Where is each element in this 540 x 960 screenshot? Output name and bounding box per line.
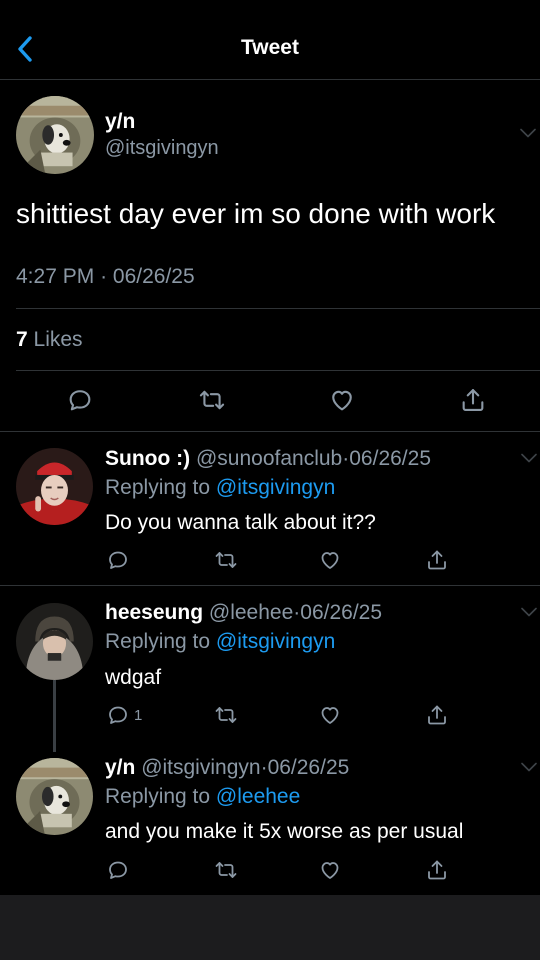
reply-icon <box>106 548 130 572</box>
reply-icon <box>66 386 94 414</box>
tweet-text: shittiest day ever im so done with work <box>16 198 496 229</box>
tweet-date: 06/26/25 <box>112 265 195 288</box>
reply-author-handle[interactable]: @leehee <box>209 601 293 624</box>
more-chevron-icon[interactable] <box>521 762 537 772</box>
likes-label: Likes <box>33 328 83 351</box>
replying-label: Replying to <box>105 630 211 653</box>
like-button[interactable] <box>318 858 342 882</box>
divider <box>0 585 540 586</box>
divider <box>0 431 540 432</box>
separator: · <box>260 756 268 779</box>
share-icon <box>425 858 449 882</box>
retweet-button[interactable] <box>214 548 238 572</box>
thread-connector <box>53 680 56 752</box>
reply-text: wdgaf <box>105 666 162 689</box>
share-icon <box>459 386 487 414</box>
likes-count: 7 <box>16 328 28 351</box>
reply-button[interactable] <box>66 386 94 414</box>
reply-header: heeseung @leehee·06/26/25 <box>105 601 382 625</box>
like-button[interactable] <box>328 386 356 414</box>
reply-button[interactable] <box>106 703 130 727</box>
more-chevron-icon[interactable] <box>521 453 537 463</box>
share-button[interactable] <box>425 548 449 572</box>
like-icon <box>328 386 356 414</box>
tweet-actions <box>0 380 540 420</box>
avatar[interactable] <box>16 758 93 835</box>
reply-header: y/n @itsgivingyn·06/26/25 <box>105 756 349 780</box>
replying-to: Replying to @leehee <box>105 785 300 809</box>
reply-author-name[interactable]: Sunoo :) <box>105 447 190 470</box>
more-chevron-icon[interactable] <box>521 607 537 617</box>
nav-bar: Tweet <box>0 0 540 80</box>
share-button[interactable] <box>425 703 449 727</box>
replying-to: Replying to @itsgivingyn <box>105 630 335 654</box>
retweet-button[interactable] <box>214 703 238 727</box>
divider <box>16 308 540 309</box>
reply-date: 06/26/25 <box>349 447 431 470</box>
replying-label: Replying to <box>105 476 211 499</box>
like-icon <box>318 703 342 727</box>
like-icon <box>318 858 342 882</box>
reply-text: Do you wanna talk about it?? <box>105 511 376 534</box>
tweet-time: 4:27 PM <box>16 265 95 288</box>
reply-header: Sunoo :) @sunoofanclub·06/26/25 <box>105 447 431 471</box>
retweet-icon <box>198 386 226 414</box>
share-icon <box>425 548 449 572</box>
reply-count: 1 <box>134 707 143 724</box>
retweet-button[interactable] <box>198 386 226 414</box>
reply-icon <box>106 703 130 727</box>
reply-composer-bar[interactable] <box>0 895 540 960</box>
reply-author-handle[interactable]: @sunoofanclub <box>196 447 342 470</box>
reply-author-handle[interactable]: @itsgivingyn <box>141 756 260 779</box>
share-button[interactable] <box>425 858 449 882</box>
reply-button[interactable] <box>106 858 130 882</box>
replying-to-link[interactable]: @leehee <box>216 785 300 808</box>
reply-date: 06/26/25 <box>267 756 350 779</box>
author-handle[interactable]: @itsgivingyn <box>105 137 219 160</box>
replying-to: Replying to @itsgivingyn <box>105 476 335 500</box>
retweet-button[interactable] <box>214 858 238 882</box>
like-button[interactable] <box>318 548 342 572</box>
like-button[interactable] <box>318 703 342 727</box>
avatar[interactable] <box>16 448 93 525</box>
retweet-icon <box>214 548 238 572</box>
reply-button[interactable] <box>106 548 130 572</box>
replying-label: Replying to <box>105 785 211 808</box>
reply-text: and you make it 5x worse as per usual <box>105 820 464 843</box>
avatar[interactable] <box>16 96 94 174</box>
reply-date: 06/26/25 <box>300 601 383 624</box>
more-chevron-icon[interactable] <box>520 128 536 138</box>
share-icon <box>425 703 449 727</box>
separator: · <box>100 265 108 288</box>
divider <box>16 370 540 371</box>
replying-to-link[interactable]: @itsgivingyn <box>216 630 335 653</box>
replying-to-link[interactable]: @itsgivingyn <box>216 476 335 499</box>
reply-author-name[interactable]: heeseung <box>105 601 203 624</box>
reply-author-name[interactable]: y/n <box>105 756 135 779</box>
like-icon <box>318 548 342 572</box>
tweet-timestamp: 4:27 PM · 06/26/25 <box>16 265 195 289</box>
likes-stat[interactable]: 7 Likes <box>16 328 83 352</box>
reply-icon <box>106 858 130 882</box>
avatar[interactable] <box>16 603 93 680</box>
share-button[interactable] <box>459 386 487 414</box>
page-title: Tweet <box>241 36 299 59</box>
retweet-icon <box>214 858 238 882</box>
retweet-icon <box>214 703 238 727</box>
author-name[interactable]: y/n <box>105 110 135 134</box>
